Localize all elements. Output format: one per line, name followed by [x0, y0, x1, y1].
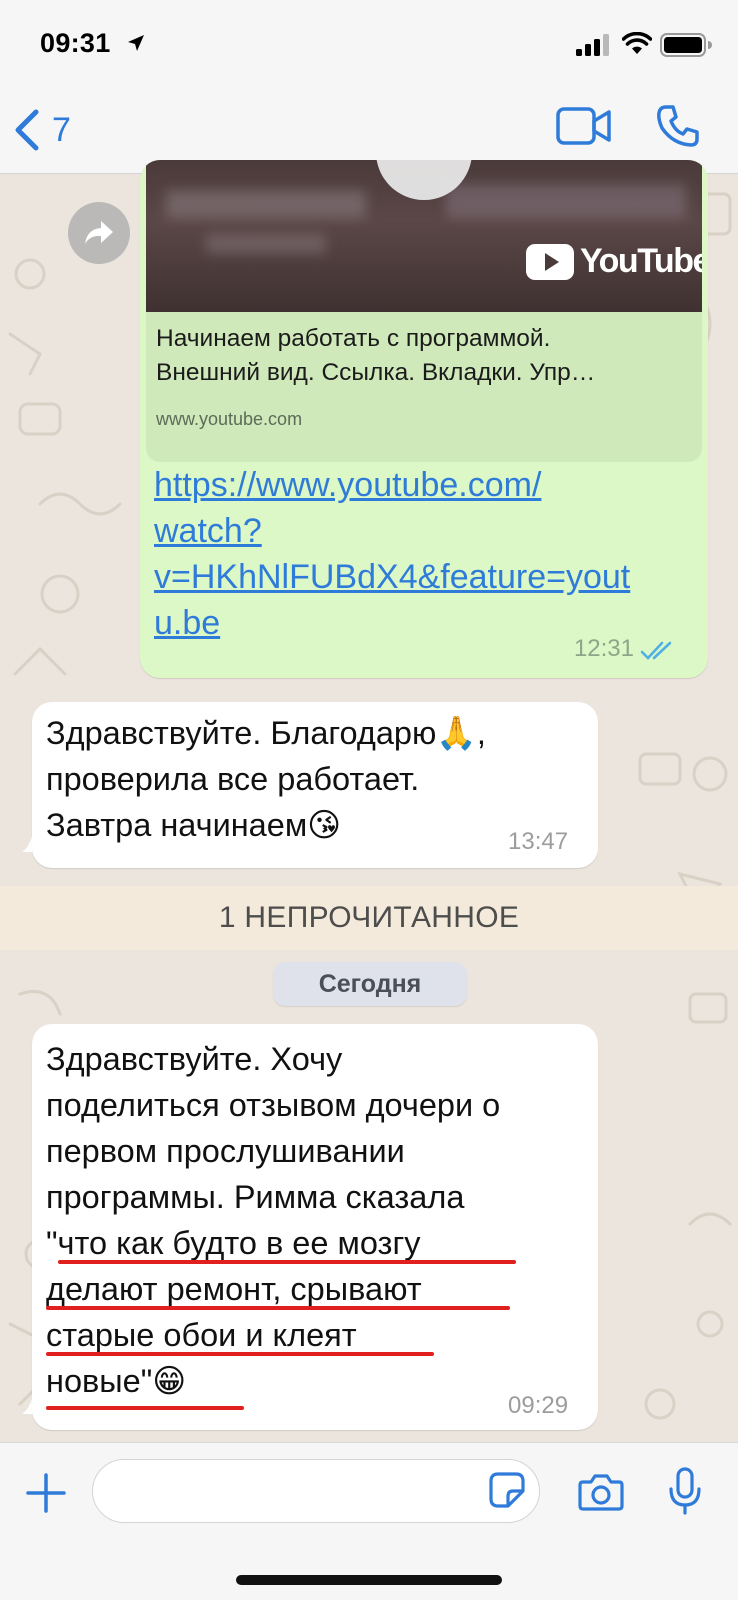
underline-annotation [46, 1306, 510, 1310]
link-preview-domain: www.youtube.com [156, 409, 303, 429]
voice-call-button[interactable] [656, 104, 700, 153]
location-arrow-icon [128, 35, 144, 51]
message-time: 12:31 [573, 635, 634, 662]
chevron-left-icon [15, 109, 39, 151]
outgoing-message-bubble[interactable]: YouTube Начинаем работать с программой. … [140, 160, 708, 678]
microphone-button[interactable] [668, 1467, 702, 1520]
cellular-signal-icon [576, 34, 609, 56]
incoming-message-bubble[interactable]: Здравствуйте. Хочу поделиться отзывом до… [32, 1024, 598, 1430]
video-thumbnail[interactable]: YouTube [146, 160, 702, 312]
youtube-play-icon [526, 243, 574, 280]
message-text: Здравствуйте. Благодарю🙏, проверила все … [46, 715, 486, 843]
incoming-message-bubble[interactable]: Здравствуйте. Благодарю🙏, проверила все … [32, 702, 598, 868]
sticker-button[interactable] [488, 1471, 526, 1514]
message-composer-bar [0, 1442, 738, 1600]
wifi-icon [622, 32, 652, 54]
message-time: 13:47 [508, 828, 569, 855]
message-time: 09:29 [508, 1392, 569, 1419]
status-time: 09:31 [40, 28, 111, 58]
date-divider: Сегодня [273, 962, 467, 1006]
message-input[interactable] [92, 1459, 540, 1523]
link-preview-title: Начинаем работать с программой. Внешний … [156, 325, 596, 386]
video-call-button[interactable] [556, 106, 612, 151]
sticker-icon [489, 1472, 525, 1508]
forward-message-button[interactable] [68, 202, 130, 264]
message-text: Здравствуйте. Хочу поделиться отзывом до… [46, 1041, 501, 1399]
home-indicator [236, 1575, 502, 1585]
message-link[interactable]: https://www.youtube.com/ watch? v=HKhNlF… [154, 462, 684, 646]
back-button[interactable]: 7 [14, 104, 94, 156]
underline-annotation [46, 1406, 244, 1410]
unread-messages-banner: 1 НЕПРОЧИТАННОЕ [0, 886, 738, 950]
read-receipt-icon [640, 641, 672, 660]
link-preview-card[interactable]: YouTube Начинаем работать с программой. … [146, 160, 702, 462]
camera-icon [578, 1474, 624, 1511]
top-navigation-bar: 09:31 7 [0, 0, 738, 174]
phone-icon [657, 105, 699, 147]
youtube-logo: YouTube [526, 242, 702, 281]
forward-arrow-icon [85, 221, 113, 244]
video-camera-icon [556, 107, 611, 145]
camera-button[interactable] [578, 1473, 624, 1516]
underline-annotation [58, 1260, 516, 1264]
unread-chats-count: 7 [52, 110, 71, 149]
plus-icon [26, 1473, 66, 1513]
underline-annotation [46, 1352, 434, 1356]
attach-button[interactable] [26, 1473, 66, 1518]
battery-icon [660, 33, 712, 57]
microphone-icon [669, 1467, 701, 1515]
